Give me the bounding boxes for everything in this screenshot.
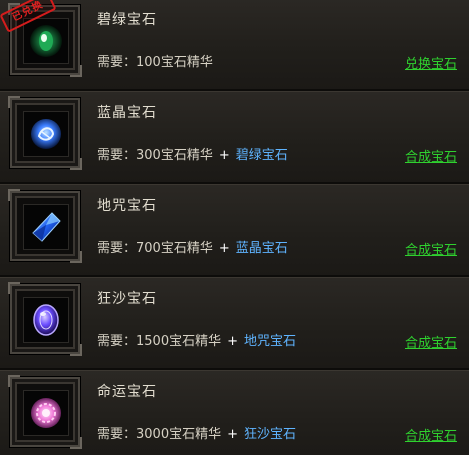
gem-name: 狂沙宝石: [97, 291, 157, 307]
requirement: 需要：100宝石精华: [97, 51, 213, 70]
essence-cost: 100宝石精华: [136, 55, 213, 70]
gem-row-earth-curse: 地咒宝石 需要：700宝石精华 + 蓝晶宝石 合成宝石: [0, 184, 469, 277]
gem-name: 地咒宝石: [97, 198, 157, 214]
gem-list: 已兑换 碧绿宝石 需要：100宝石精华 兑换宝石 蓝晶宝石 需要：300宝石精华…: [0, 0, 469, 455]
plus-sign: +: [227, 427, 239, 442]
synthesize-gem-link[interactable]: 合成宝石: [405, 425, 457, 444]
pink-orb-gem-icon: [31, 398, 61, 428]
exchange-gem-link[interactable]: 兑换宝石: [405, 53, 457, 72]
blue-crystal-gem-icon: [31, 119, 61, 149]
gem-slot: [23, 390, 69, 436]
sapphire-gem-icon: [32, 212, 61, 242]
required-gem: 蓝晶宝石: [235, 241, 288, 256]
synthesize-gem-link[interactable]: 合成宝石: [405, 239, 457, 258]
requirement-label: 需要：: [97, 241, 137, 256]
gem-icon-frame: [8, 375, 82, 449]
requirement-label: 需要：: [97, 148, 137, 163]
purple-oval-gem-icon: [33, 304, 59, 336]
requirement: 需要：700宝石精华 + 蓝晶宝石: [97, 237, 288, 256]
gem-name: 碧绿宝石: [97, 12, 157, 28]
gem-slot: [23, 297, 69, 343]
essence-cost: 300宝石精华: [136, 148, 213, 163]
requirement: 需要：300宝石精华 + 碧绿宝石: [97, 144, 288, 163]
plus-sign: +: [218, 148, 230, 163]
gem-name: 命运宝石: [97, 384, 157, 400]
green-gem-icon: [30, 25, 62, 57]
gem-name: 蓝晶宝石: [97, 105, 157, 121]
gem-row-emerald: 已兑换 碧绿宝石 需要：100宝石精华 兑换宝石: [0, 0, 469, 91]
essence-cost: 1500宝石精华: [136, 334, 222, 349]
requirement: 需要：3000宝石精华 + 狂沙宝石: [97, 423, 296, 442]
requirement-label: 需要：: [97, 55, 137, 70]
gem-slot: [23, 204, 69, 250]
required-gem: 地咒宝石: [244, 334, 297, 349]
essence-cost: 700宝石精华: [136, 241, 213, 256]
required-gem: 狂沙宝石: [244, 427, 297, 442]
requirement-label: 需要：: [97, 427, 137, 442]
gem-slot: [23, 111, 69, 157]
gem-row-blue-crystal: 蓝晶宝石 需要：300宝石精华 + 碧绿宝石 合成宝石: [0, 91, 469, 184]
plus-sign: +: [218, 241, 230, 256]
gem-icon-frame: [8, 282, 82, 356]
required-gem: 碧绿宝石: [235, 148, 288, 163]
gem-slot: [23, 18, 69, 64]
essence-cost: 3000宝石精华: [136, 427, 222, 442]
requirement-label: 需要：: [97, 334, 137, 349]
synthesize-gem-link[interactable]: 合成宝石: [405, 146, 457, 165]
synthesize-gem-link[interactable]: 合成宝石: [405, 332, 457, 351]
gem-row-destiny: 命运宝石 需要：3000宝石精华 + 狂沙宝石 合成宝石: [0, 370, 469, 455]
gem-icon-frame: [8, 96, 82, 170]
gem-row-mad-sand: 狂沙宝石 需要：1500宝石精华 + 地咒宝石 合成宝石: [0, 277, 469, 370]
gem-icon-frame: [8, 189, 82, 263]
requirement: 需要：1500宝石精华 + 地咒宝石: [97, 330, 296, 349]
plus-sign: +: [227, 334, 239, 349]
